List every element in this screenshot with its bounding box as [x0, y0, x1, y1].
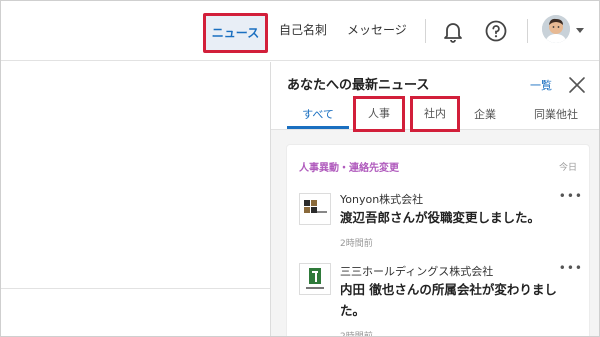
tab-internal[interactable]: 社内	[410, 96, 460, 132]
top-header: ニュース 自己名刺 メッセージ	[1, 1, 599, 61]
close-icon[interactable]	[568, 76, 586, 94]
news-date: 今日	[558, 163, 577, 173]
company-logo	[299, 263, 331, 295]
news-time: 2時間前	[340, 332, 373, 337]
user-avatar[interactable]	[542, 15, 570, 43]
news-company[interactable]: Yonyon株式会社	[340, 191, 423, 207]
tab-personnel[interactable]: 人事	[353, 96, 405, 132]
news-panel-header: あなたへの最新ニュース 一覧 すべて 人事 社内 企業 同業他社	[271, 62, 599, 132]
nav-meishi-tab[interactable]: 自己名刺	[279, 1, 327, 61]
panel-title: あなたへの最新ニュース	[287, 78, 430, 93]
view-all-link[interactable]: 一覧	[530, 77, 552, 93]
app-frame: ニュース 自己名刺 メッセージ あなたへの最新ニュース 一覧 すべて 人事 社内…	[0, 0, 600, 337]
caret-down-icon[interactable]	[576, 28, 584, 33]
news-panel: あなたへの最新ニュース 一覧 すべて 人事 社内 企業 同業他社 人事異動・連絡…	[270, 62, 599, 337]
news-category: 人事異動・連絡先変更	[299, 163, 399, 174]
tab-competitors[interactable]: 同業他社	[523, 102, 589, 129]
help-circle-icon[interactable]	[484, 19, 508, 43]
nav-news-tab[interactable]: ニュース	[203, 13, 268, 53]
main-content-area	[1, 62, 270, 336]
more-options-icon[interactable]: •••	[559, 189, 583, 203]
news-time: 2時間前	[340, 239, 373, 249]
bell-icon[interactable]	[441, 19, 465, 43]
news-headline[interactable]: 渡辺吾郎さんが役職変更しました。	[340, 207, 575, 228]
news-company[interactable]: 三三ホールディングス株式会社	[340, 263, 493, 279]
header-divider	[527, 19, 528, 43]
header-divider	[425, 19, 426, 43]
tab-companies[interactable]: 企業	[467, 102, 503, 129]
tab-all[interactable]: すべて	[287, 102, 349, 129]
content-divider	[1, 288, 270, 289]
news-card: 人事異動・連絡先変更 今日 Yonyon株式会社 ••• 渡辺吾郎さんが役職変更…	[287, 145, 589, 337]
company-logo	[299, 193, 331, 225]
nav-messages-tab[interactable]: メッセージ	[347, 1, 407, 61]
news-headline[interactable]: 内田 徹也さんの所属会社が変わりました。	[340, 279, 575, 321]
more-options-icon[interactable]: •••	[559, 261, 583, 275]
